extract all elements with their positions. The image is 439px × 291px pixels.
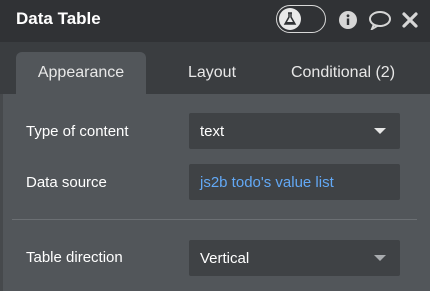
table-direction-value: Vertical [200,249,250,267]
chevron-down-icon [374,128,386,134]
data-source-field[interactable]: js2b todo's value list [189,164,400,200]
debug-toggle[interactable] [276,5,326,33]
table-direction-dropdown[interactable]: Vertical [189,240,400,276]
tab-layout[interactable]: Layout [170,52,254,94]
type-of-content-dropdown[interactable]: text [189,113,400,149]
data-source-label: Data source [26,174,107,191]
table-direction-label: Table direction [26,249,123,266]
info-icon[interactable] [338,10,358,30]
comment-icon[interactable] [368,10,392,30]
left-gutter [0,94,3,291]
close-icon[interactable] [400,10,420,30]
panel-header: Data Table [0,0,430,42]
type-of-content-value: text [200,122,225,140]
tab-appearance[interactable]: Appearance [16,52,146,94]
data-source-expression[interactable]: js2b todo's value list [200,174,334,191]
flask-icon [283,12,297,25]
section-divider [12,219,417,220]
property-editor-panel: Data Table Appearance Layout Conditional… [0,0,430,291]
tab-conditional[interactable]: Conditional (2) [276,52,410,94]
tab-bar: Appearance Layout Conditional (2) [0,42,430,94]
toggle-knob [279,8,301,30]
type-of-content-label: Type of content [26,123,129,140]
chevron-down-icon [374,255,386,261]
window-edge [430,0,439,291]
panel-title: Data Table [16,9,101,28]
